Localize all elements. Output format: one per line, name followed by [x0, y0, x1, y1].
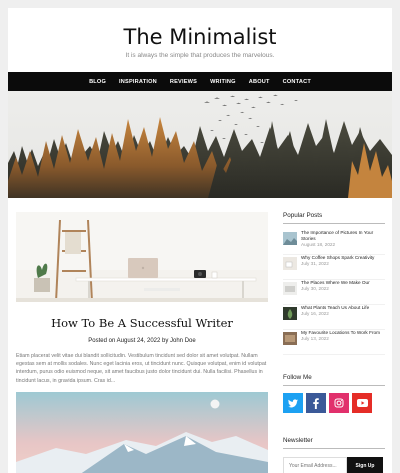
newsletter-email-input[interactable]: [283, 457, 347, 473]
popular-post-item[interactable]: The Importance of Pictures In Your Stori…: [283, 230, 385, 255]
popular-post-item[interactable]: What Plants Teach Us About Life July 16,…: [283, 305, 385, 330]
popular-post-date: July 30, 2022: [301, 286, 329, 292]
popular-post-date: August 18, 2022: [301, 242, 336, 248]
nav-item-inspiration[interactable]: INSPIRATION: [119, 79, 157, 85]
instagram-icon[interactable]: [329, 393, 349, 413]
youtube-icon[interactable]: [352, 393, 372, 413]
popular-post-date: July 31, 2022: [301, 261, 329, 267]
nav-item-blog[interactable]: BLOG: [89, 79, 106, 85]
facebook-icon[interactable]: [306, 393, 326, 413]
nav-item-writing[interactable]: WRITING: [210, 79, 236, 85]
newsletter-signup-button[interactable]: Sign Up: [347, 457, 383, 473]
popular-post-thumbnail: [283, 282, 297, 295]
nav-item-about[interactable]: ABOUT: [249, 79, 270, 85]
follow-title: Follow Me: [283, 374, 385, 386]
newsletter-title: Newsletter: [283, 437, 385, 449]
popular-post-item[interactable]: My Favourite Locations To Work From July…: [283, 330, 385, 355]
popular-post-thumbnail: [283, 257, 297, 270]
social-links: [283, 393, 385, 413]
hero-image: [8, 91, 392, 198]
newsletter-widget: Newsletter Sign Up: [283, 437, 385, 473]
popular-post-item[interactable]: Why Coffee Shops Spark Creativity July 3…: [283, 255, 385, 280]
popular-posts-title: Popular Posts: [283, 212, 385, 224]
popular-post-item[interactable]: The Places Where We Make Our July 30, 20…: [283, 280, 385, 305]
popular-post-thumbnail: [283, 232, 297, 245]
post-title[interactable]: How To Be A Successful Writer: [16, 316, 268, 330]
sidebar: Popular Posts The Importance of Pictures…: [283, 212, 385, 473]
post-featured-image[interactable]: [16, 212, 268, 302]
site-title[interactable]: The Minimalist: [8, 25, 392, 49]
twitter-icon[interactable]: [283, 393, 303, 413]
popular-post-thumbnail: [283, 332, 297, 345]
second-post-image[interactable]: [16, 392, 268, 473]
post-meta: Posted on August 24, 2022 by John Doe: [88, 338, 196, 344]
popular-post-date: July 16, 2022: [301, 311, 329, 317]
popular-post-title: The Importance of Pictures In Your Stori…: [301, 230, 374, 242]
nav-item-reviews[interactable]: REVIEWS: [170, 79, 197, 85]
popular-posts-list: The Importance of Pictures In Your Stori…: [283, 230, 385, 355]
nav-item-contact[interactable]: CONTACT: [283, 79, 311, 85]
main-nav: BLOG INSPIRATION REVIEWS WRITING ABOUT C…: [8, 72, 392, 91]
post-excerpt: Etiam placerat velit vitae dui blandit s…: [16, 353, 267, 384]
main-content: How To Be A Successful Writer Posted on …: [16, 212, 268, 473]
newsletter-form: Sign Up: [283, 457, 385, 473]
page: The Minimalist It is always the simple t…: [8, 8, 392, 473]
popular-post-date: July 13, 2022: [301, 336, 329, 342]
site-tagline: It is always the simple that produces th…: [125, 52, 275, 59]
popular-post-thumbnail: [283, 307, 297, 320]
follow-widget: Follow Me: [283, 374, 385, 413]
